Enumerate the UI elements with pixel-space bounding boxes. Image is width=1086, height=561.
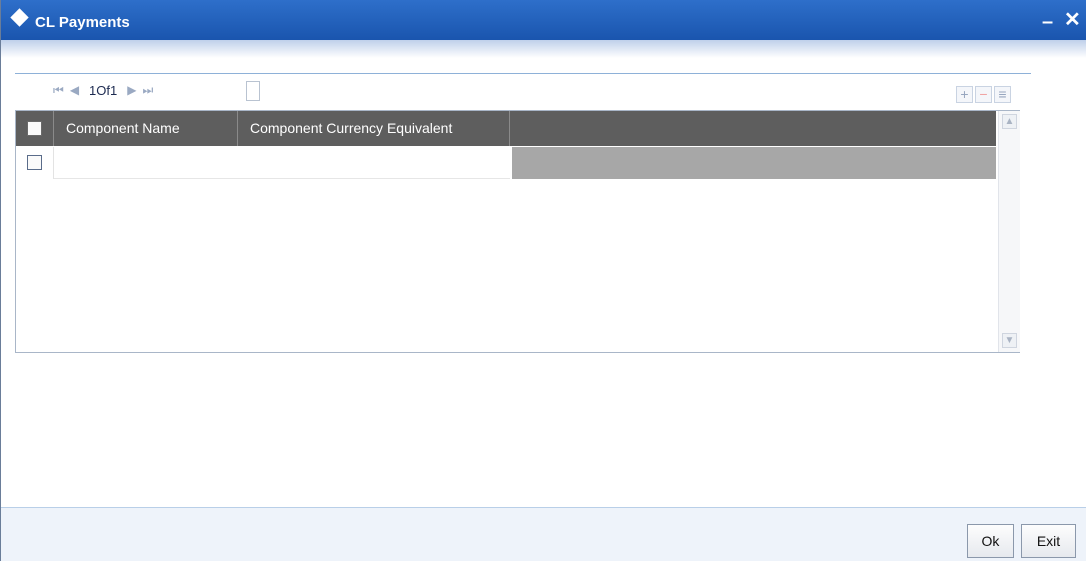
table-row bbox=[16, 147, 996, 179]
minimize-icon[interactable]: – bbox=[1042, 12, 1053, 32]
next-page-icon[interactable]: ▶ bbox=[127, 83, 136, 97]
component-currency-equivalent-cell bbox=[510, 147, 996, 179]
page-count: 1Of1 bbox=[89, 82, 118, 98]
payments-grid: Component Name Component Currency Equiva… bbox=[15, 110, 1020, 353]
footer-bar: Ok Exit bbox=[1, 508, 1086, 561]
grid-header: Component Name Component Currency Equiva… bbox=[16, 111, 996, 146]
pagination-bar: ⏮ ◀ 1Of1 ▶ ⏭ bbox=[53, 81, 153, 99]
column-header-filler bbox=[510, 111, 996, 146]
first-page-icon[interactable]: ⏮ bbox=[53, 83, 64, 98]
scroll-up-icon[interactable]: ▲ bbox=[1002, 114, 1017, 129]
grid-top-divider bbox=[15, 73, 1031, 74]
prev-page-icon[interactable]: ◀ bbox=[70, 83, 79, 97]
title-bar bbox=[1, 0, 1086, 40]
component-name-input[interactable] bbox=[54, 147, 510, 179]
vertical-scrollbar[interactable]: ▲ ▼ bbox=[998, 111, 1020, 352]
row-select-cell bbox=[16, 147, 54, 179]
cl-payments-window: CL Payments – ✕ ⏮ ◀ 1Of1 ▶ ⏭ + − ≡ Compo… bbox=[0, 0, 1086, 561]
add-row-icon[interactable]: + bbox=[956, 86, 973, 103]
scroll-down-icon[interactable]: ▼ bbox=[1002, 333, 1017, 348]
select-all-checkbox[interactable] bbox=[27, 121, 42, 136]
close-icon[interactable]: ✕ bbox=[1064, 10, 1081, 30]
column-header-component-currency-equivalent[interactable]: Component Currency Equivalent bbox=[238, 111, 510, 146]
row-select-checkbox[interactable] bbox=[27, 155, 42, 170]
page-number-input[interactable] bbox=[246, 81, 260, 101]
window-title: CL Payments bbox=[35, 14, 130, 31]
select-all-cell bbox=[16, 111, 54, 146]
exit-button[interactable]: Exit bbox=[1021, 524, 1076, 558]
delete-row-icon[interactable]: − bbox=[975, 86, 992, 103]
ok-button[interactable]: Ok bbox=[967, 524, 1014, 558]
column-header-component-name[interactable]: Component Name bbox=[54, 111, 238, 146]
last-page-icon[interactable]: ⏭ bbox=[142, 83, 153, 98]
title-bar-fade bbox=[1, 40, 1086, 58]
single-view-icon[interactable]: ≡ bbox=[994, 86, 1011, 103]
grid-toolbar: + − ≡ bbox=[956, 86, 1011, 103]
